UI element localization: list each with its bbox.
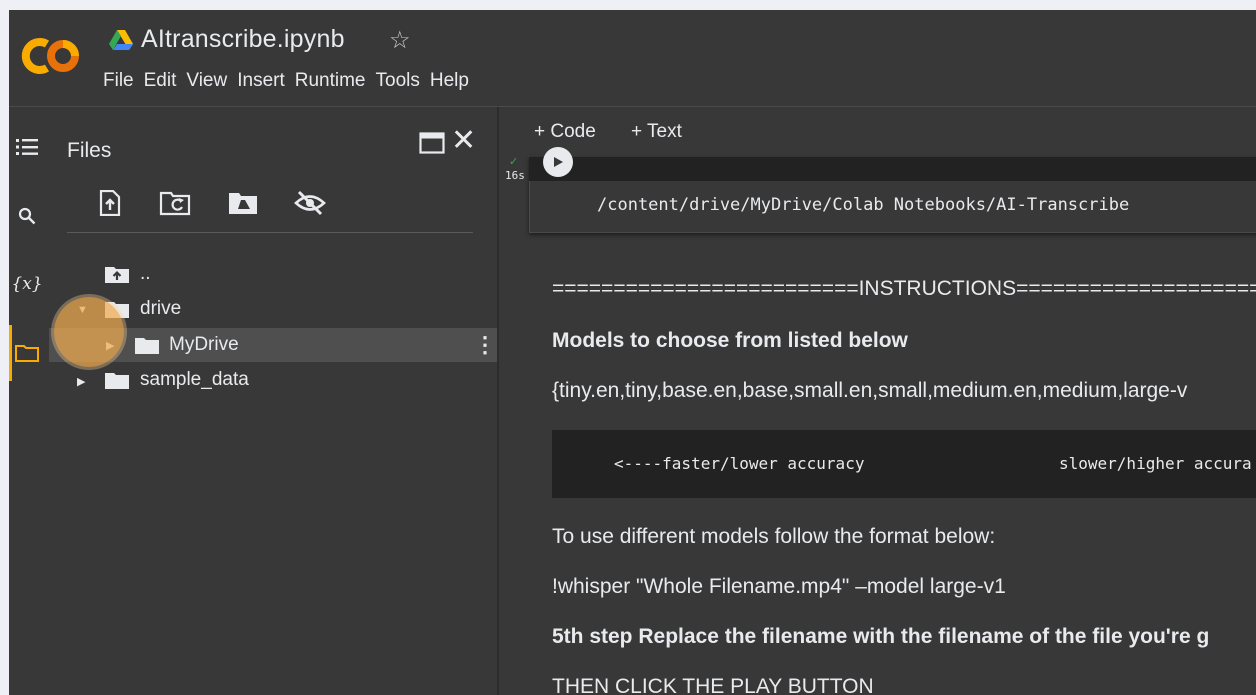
add-code-button[interactable]: + Code: [534, 121, 596, 143]
step5-text: 5th step Replace the filename with the f…: [552, 625, 1210, 648]
cell-output-text: /content/drive/MyDrive/Colab Notebooks/A…: [597, 195, 1130, 215]
check-icon: ✓: [509, 156, 519, 168]
upload-file-icon[interactable]: [94, 187, 126, 219]
hide-files-icon[interactable]: [294, 187, 326, 219]
files-panel: Files ✕ .. ▼ drive ▶: [49, 107, 497, 695]
code-left-text: <----faster/lower accuracy: [614, 454, 865, 473]
folder-icon: [105, 373, 129, 389]
play-instruction: THEN CLICK THE PLAY BUTTON: [552, 675, 874, 695]
variables-icon[interactable]: {x}: [11, 270, 42, 298]
tree-item-label: MyDrive: [169, 334, 239, 355]
colab-logo-icon[interactable]: [17, 36, 83, 76]
header: AItranscribe.ipynb ☆ File Edit View Inse…: [9, 10, 1256, 106]
parent-folder-icon: [105, 267, 129, 283]
models-heading: Models to choose from listed below: [552, 329, 908, 352]
add-text-button[interactable]: + Text: [631, 121, 682, 143]
notebook-area: + Code + Text ✓ 16s /content/drive/MyDri…: [499, 107, 1256, 695]
menu-help[interactable]: Help: [430, 70, 478, 92]
star-icon[interactable]: ☆: [389, 26, 411, 55]
models-list: {tiny.en,tiny,base.en,base,small.en,smal…: [552, 379, 1188, 402]
colab-window: AItranscribe.ipynb ☆ File Edit View Inse…: [9, 10, 1256, 695]
left-rail: {x}: [9, 107, 49, 695]
menu-insert[interactable]: Insert: [237, 70, 294, 92]
code-right-text: slower/higher accura: [1059, 454, 1252, 473]
files-panel-title: Files: [67, 139, 112, 162]
code-block: <----faster/lower accuracy slower/higher…: [552, 430, 1256, 498]
instructions-banner: =========================INSTRUCTIONS===…: [552, 277, 1256, 300]
menu-runtime[interactable]: Runtime: [295, 70, 375, 92]
code-cell-input[interactable]: [529, 157, 1256, 181]
click-highlight: [54, 297, 124, 367]
tree-item-sample-data[interactable]: ▶ sample_data: [49, 363, 497, 397]
menu-tools[interactable]: Tools: [376, 70, 429, 92]
refresh-icon[interactable]: [159, 187, 191, 219]
table-of-contents-icon[interactable]: [13, 133, 41, 161]
menu-view[interactable]: View: [186, 70, 236, 92]
example-command: !whisper "Whole Filename.mp4" –model lar…: [552, 575, 1006, 598]
close-icon[interactable]: ✕: [451, 126, 476, 156]
rail-active-indicator: [9, 325, 12, 381]
folder-icon: [135, 338, 159, 354]
google-drive-icon[interactable]: [109, 30, 133, 50]
files-toolbar-divider: [67, 232, 473, 233]
notebook-toolbar: + Code + Text: [499, 107, 1256, 157]
more-options-icon[interactable]: ⋮: [474, 332, 496, 358]
files-icon[interactable]: [13, 339, 41, 367]
chevron-right-icon[interactable]: ▶: [77, 375, 85, 388]
menu-edit[interactable]: Edit: [144, 70, 186, 92]
menu-file[interactable]: File: [103, 70, 143, 92]
play-icon: [554, 157, 563, 167]
cell-area: ✓ 16s /content/drive/MyDrive/Colab Noteb…: [499, 147, 1256, 695]
open-in-tab-icon[interactable]: [419, 132, 445, 154]
menu-bar: File Edit View Insert Runtime Tools Help: [103, 70, 479, 92]
search-icon[interactable]: [13, 202, 41, 230]
tree-item-label: sample_data: [140, 369, 249, 390]
mount-drive-icon[interactable]: [227, 187, 259, 219]
run-time: 16s: [505, 169, 525, 182]
format-text: To use different models follow the forma…: [552, 525, 996, 548]
run-cell-button[interactable]: [543, 147, 573, 177]
tree-item-label: ..: [140, 263, 151, 284]
tree-item-parent[interactable]: ..: [49, 257, 497, 291]
notebook-title[interactable]: AItranscribe.ipynb: [141, 25, 345, 54]
tree-item-label: drive: [140, 298, 182, 319]
